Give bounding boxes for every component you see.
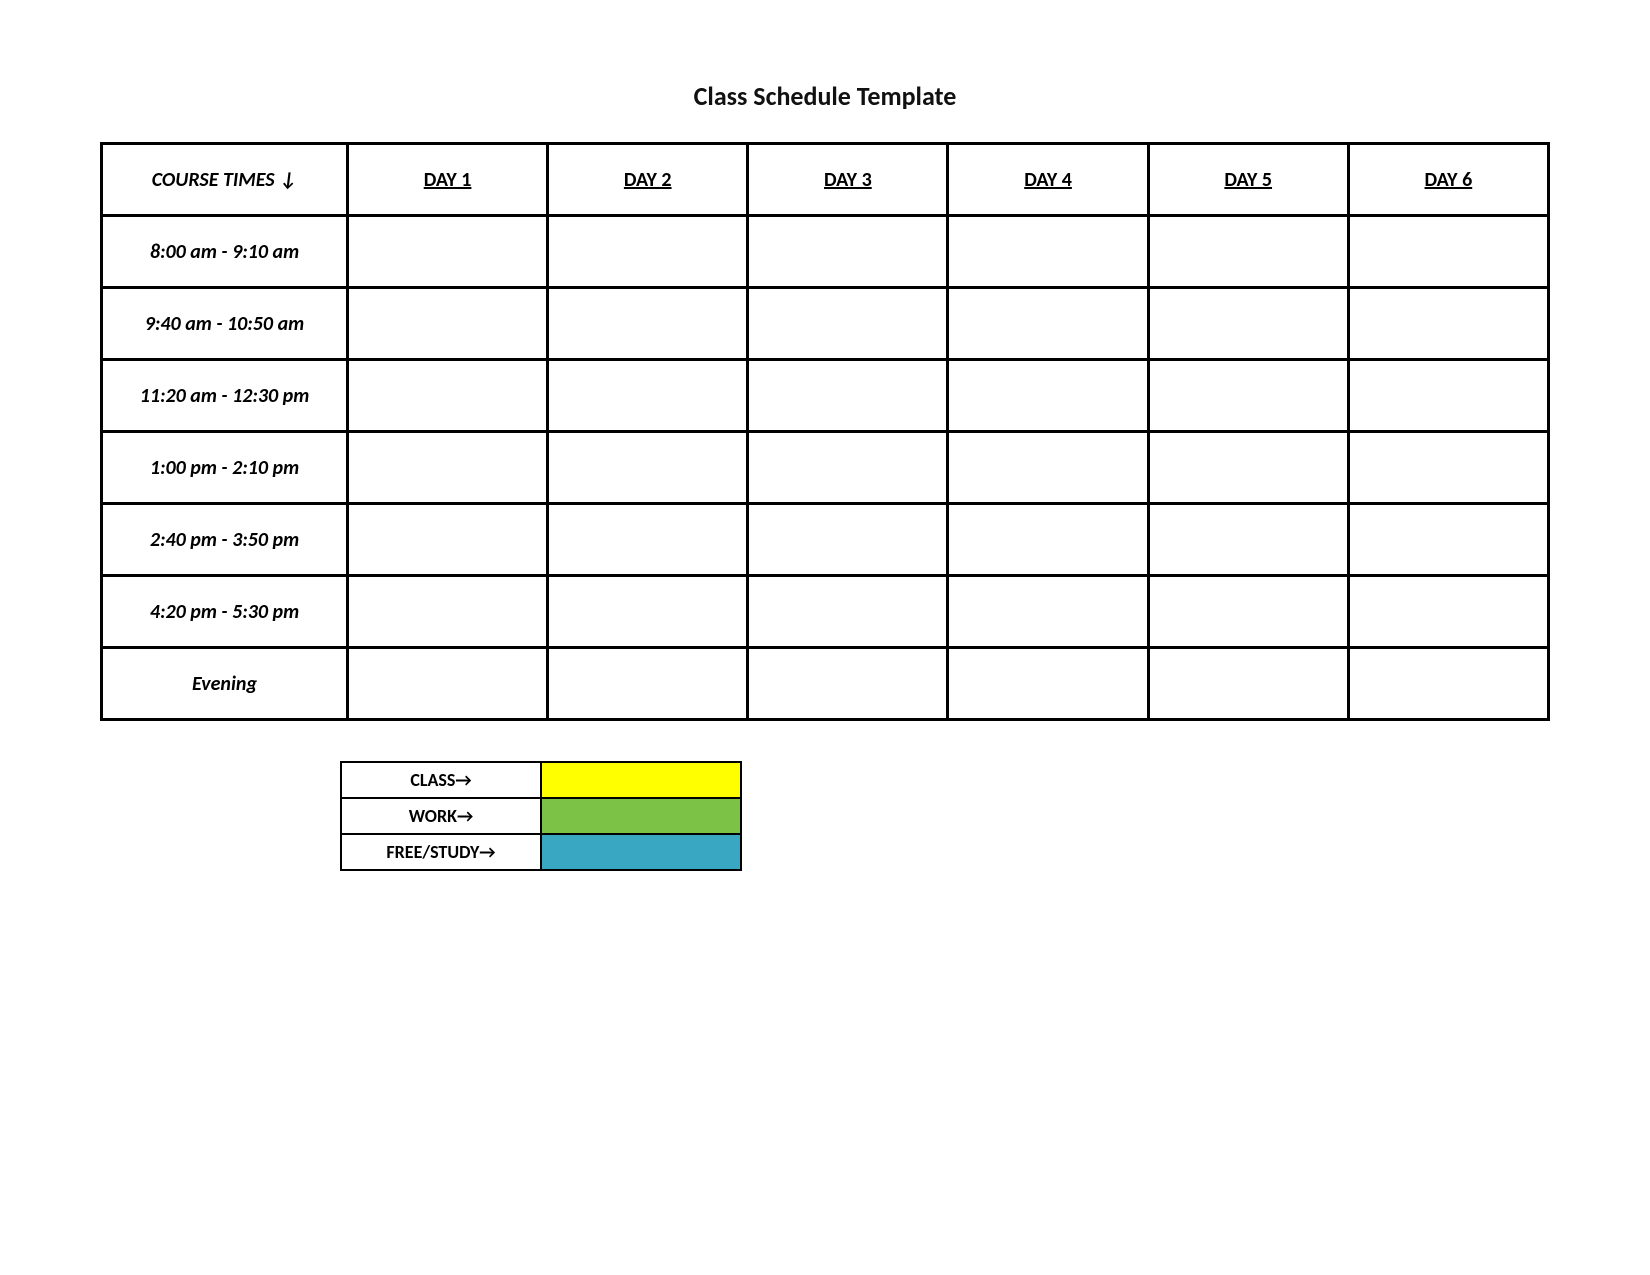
day-header: DAY 6 (1348, 144, 1548, 216)
schedule-cell (1148, 432, 1348, 504)
schedule-cell (748, 360, 948, 432)
schedule-cell (548, 648, 748, 720)
time-label: 9:40 am - 10:50 am (102, 288, 348, 360)
schedule-cell (948, 432, 1148, 504)
schedule-cell (548, 288, 748, 360)
schedule-body: 8:00 am - 9:10 am 9:40 am - 10:50 am 11:… (102, 216, 1549, 720)
schedule-cell (748, 288, 948, 360)
legend-row: WORK→ (341, 798, 741, 834)
schedule-cell (948, 648, 1148, 720)
schedule-cell (347, 504, 547, 576)
schedule-header-row: COURSE TIMES ↓ DAY 1 DAY 2 DAY 3 DAY 4 D… (102, 144, 1549, 216)
table-row: 4:20 pm - 5:30 pm (102, 576, 1549, 648)
schedule-cell (1348, 576, 1548, 648)
schedule-cell (1348, 288, 1548, 360)
table-row: 2:40 pm - 3:50 pm (102, 504, 1549, 576)
time-label: 8:00 am - 9:10 am (102, 216, 348, 288)
schedule-cell (347, 288, 547, 360)
schedule-table: COURSE TIMES ↓ DAY 1 DAY 2 DAY 3 DAY 4 D… (100, 142, 1550, 721)
schedule-cell (748, 648, 948, 720)
table-row: 9:40 am - 10:50 am (102, 288, 1549, 360)
day-header: DAY 1 (347, 144, 547, 216)
legend-label-class: CLASS→ (341, 762, 541, 798)
schedule-cell (1148, 360, 1348, 432)
schedule-cell (347, 432, 547, 504)
legend-swatch-free (541, 834, 741, 870)
schedule-cell (1348, 360, 1548, 432)
schedule-cell (948, 576, 1148, 648)
day-header: DAY 5 (1148, 144, 1348, 216)
schedule-cell (948, 360, 1148, 432)
schedule-cell (948, 288, 1148, 360)
schedule-cell (1348, 648, 1548, 720)
day-header: DAY 2 (548, 144, 748, 216)
legend-row: FREE/STUDY→ (341, 834, 741, 870)
schedule-cell (548, 576, 748, 648)
legend-swatch-work (541, 798, 741, 834)
schedule-cell (748, 432, 948, 504)
schedule-cell (948, 504, 1148, 576)
schedule-cell (548, 504, 748, 576)
table-row: Evening (102, 648, 1549, 720)
schedule-cell (948, 216, 1148, 288)
legend-table: CLASS→ WORK→ FREE/STUDY→ (340, 761, 742, 871)
time-label: 4:20 pm - 5:30 pm (102, 576, 348, 648)
time-label: 2:40 pm - 3:50 pm (102, 504, 348, 576)
schedule-cell (548, 216, 748, 288)
schedule-cell (748, 216, 948, 288)
legend-row: CLASS→ (341, 762, 741, 798)
schedule-cell (347, 216, 547, 288)
time-label: 1:00 pm - 2:10 pm (102, 432, 348, 504)
time-label: Evening (102, 648, 348, 720)
legend-swatch-class (541, 762, 741, 798)
schedule-cell (1148, 288, 1348, 360)
legend-label-work: WORK→ (341, 798, 541, 834)
schedule-cell (748, 504, 948, 576)
schedule-cell (1348, 504, 1548, 576)
schedule-cell (1148, 576, 1348, 648)
schedule-cell (548, 360, 748, 432)
schedule-cell (1148, 504, 1348, 576)
schedule-cell (1148, 216, 1348, 288)
corner-header: COURSE TIMES ↓ (102, 144, 348, 216)
legend-label-free: FREE/STUDY→ (341, 834, 541, 870)
schedule-cell (347, 648, 547, 720)
schedule-cell (1348, 216, 1548, 288)
page-title: Class Schedule Template (100, 80, 1550, 112)
schedule-cell (1148, 648, 1348, 720)
day-header: DAY 4 (948, 144, 1148, 216)
schedule-cell (347, 360, 547, 432)
table-row: 8:00 am - 9:10 am (102, 216, 1549, 288)
schedule-cell (347, 576, 547, 648)
schedule-cell (548, 432, 748, 504)
schedule-cell (748, 576, 948, 648)
time-label: 11:20 am - 12:30 pm (102, 360, 348, 432)
table-row: 11:20 am - 12:30 pm (102, 360, 1549, 432)
schedule-cell (1348, 432, 1548, 504)
table-row: 1:00 pm - 2:10 pm (102, 432, 1549, 504)
day-header: DAY 3 (748, 144, 948, 216)
